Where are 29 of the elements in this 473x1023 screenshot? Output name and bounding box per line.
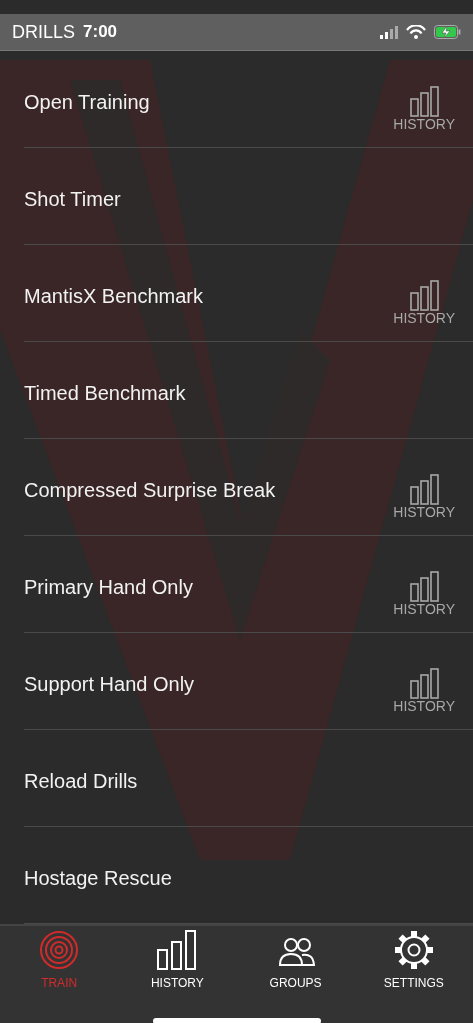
- history-button[interactable]: HISTORY: [393, 668, 455, 713]
- bar-chart-icon: [409, 280, 439, 311]
- drill-row[interactable]: Primary Hand Only HISTORY: [24, 536, 473, 633]
- tab-button[interactable]: HISTORY: [118, 926, 237, 992]
- history-button[interactable]: HISTORY: [393, 280, 455, 325]
- tab-button[interactable]: SETTINGS: [354, 926, 473, 992]
- drill-row[interactable]: Timed Benchmark: [24, 342, 473, 439]
- time-text: 7:00: [83, 21, 118, 44]
- drill-row[interactable]: Support Hand Only HISTORY: [24, 633, 473, 730]
- history-button[interactable]: HISTORY: [393, 474, 455, 519]
- wifi-icon: [406, 25, 426, 39]
- drill-row[interactable]: Reload Drills: [24, 730, 473, 827]
- bar-chart-icon: [409, 474, 439, 505]
- drill-row[interactable]: MantisX Benchmark HISTORY: [24, 245, 473, 342]
- battery-charging-icon: [434, 25, 461, 39]
- tab-button[interactable]: GROUPS: [236, 926, 355, 992]
- bar-chart-icon: [409, 571, 439, 602]
- bar-chart-icon: [409, 668, 439, 699]
- bar-chart-icon: [409, 86, 439, 117]
- bar-chart-icon: [157, 930, 198, 970]
- drill-row[interactable]: Open Training HISTORY: [24, 51, 473, 148]
- screen-title: DRILLS: [12, 20, 76, 44]
- history-button[interactable]: HISTORY: [393, 571, 455, 616]
- settings-icon: [393, 930, 434, 970]
- drill-row[interactable]: Shot Timer: [24, 148, 473, 245]
- history-button[interactable]: HISTORY: [393, 86, 455, 131]
- target-icon: [39, 930, 80, 970]
- drill-row[interactable]: Compressed Surprise Break HISTORY: [24, 439, 473, 536]
- signal-icon: [380, 25, 398, 39]
